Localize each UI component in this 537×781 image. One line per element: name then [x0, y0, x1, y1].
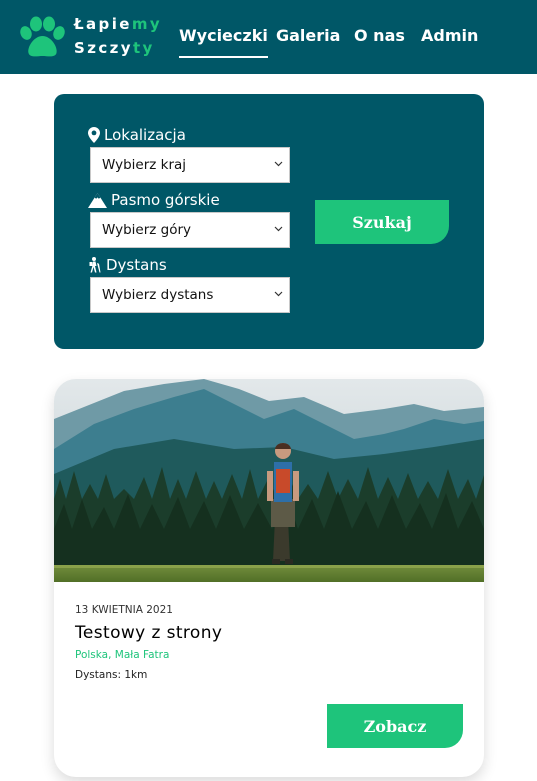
location-label: Lokalizacja: [88, 126, 186, 144]
distance-select[interactable]: Wybierz dystans: [90, 277, 290, 313]
nav-link-wycieczki[interactable]: Wycieczki: [179, 26, 268, 58]
trip-date: 13 KWIETNIA 2021: [75, 604, 173, 616]
nav-link-o-nas[interactable]: O nas: [354, 26, 405, 45]
distance-select-value: Wybierz dystans: [102, 287, 214, 303]
trip-distance: Dystans: 1km: [75, 669, 148, 681]
chevron-down-icon: [274, 291, 283, 297]
search-panel: Lokalizacja Wybierz kraj Pasmo górskie W…: [54, 94, 484, 349]
top-navbar: Łapiemy Szczyty Wycieczki Galeria O nas …: [0, 0, 537, 74]
view-trip-button[interactable]: Zobacz: [327, 704, 463, 748]
hiker-icon: [89, 257, 101, 273]
mountain-hiker-photo: [54, 379, 484, 582]
nav-link-galeria[interactable]: Galeria: [276, 26, 340, 45]
range-select-value: Wybierz góry: [102, 222, 192, 238]
search-button[interactable]: Szukaj: [315, 200, 449, 244]
trip-location: Polska, Mała Fatra: [75, 649, 170, 661]
nav-link-admin[interactable]: Admin: [421, 26, 478, 45]
chevron-down-icon: [274, 161, 283, 167]
map-pin-icon: [88, 127, 100, 143]
logo-line-1: Łapiemy: [74, 15, 163, 33]
mountain-icon: [88, 192, 107, 208]
range-label: Pasmo górskie: [88, 191, 220, 209]
range-label-text: Pasmo górskie: [111, 191, 220, 209]
paw-icon: [20, 16, 65, 57]
range-select[interactable]: Wybierz góry: [90, 212, 290, 248]
trip-card: 13 KWIETNIA 2021 Testowy z strony Polska…: [54, 379, 484, 777]
trip-title[interactable]: Testowy z strony: [75, 623, 222, 643]
logo-line-2: Szczyty: [74, 39, 155, 57]
distance-label-text: Dystans: [106, 256, 167, 274]
chevron-down-icon: [274, 226, 283, 232]
site-logo[interactable]: Łapiemy Szczyty: [18, 14, 168, 62]
location-select[interactable]: Wybierz kraj: [90, 147, 290, 183]
distance-label: Dystans: [88, 256, 167, 274]
location-label-text: Lokalizacja: [104, 126, 186, 144]
location-select-value: Wybierz kraj: [102, 157, 187, 173]
